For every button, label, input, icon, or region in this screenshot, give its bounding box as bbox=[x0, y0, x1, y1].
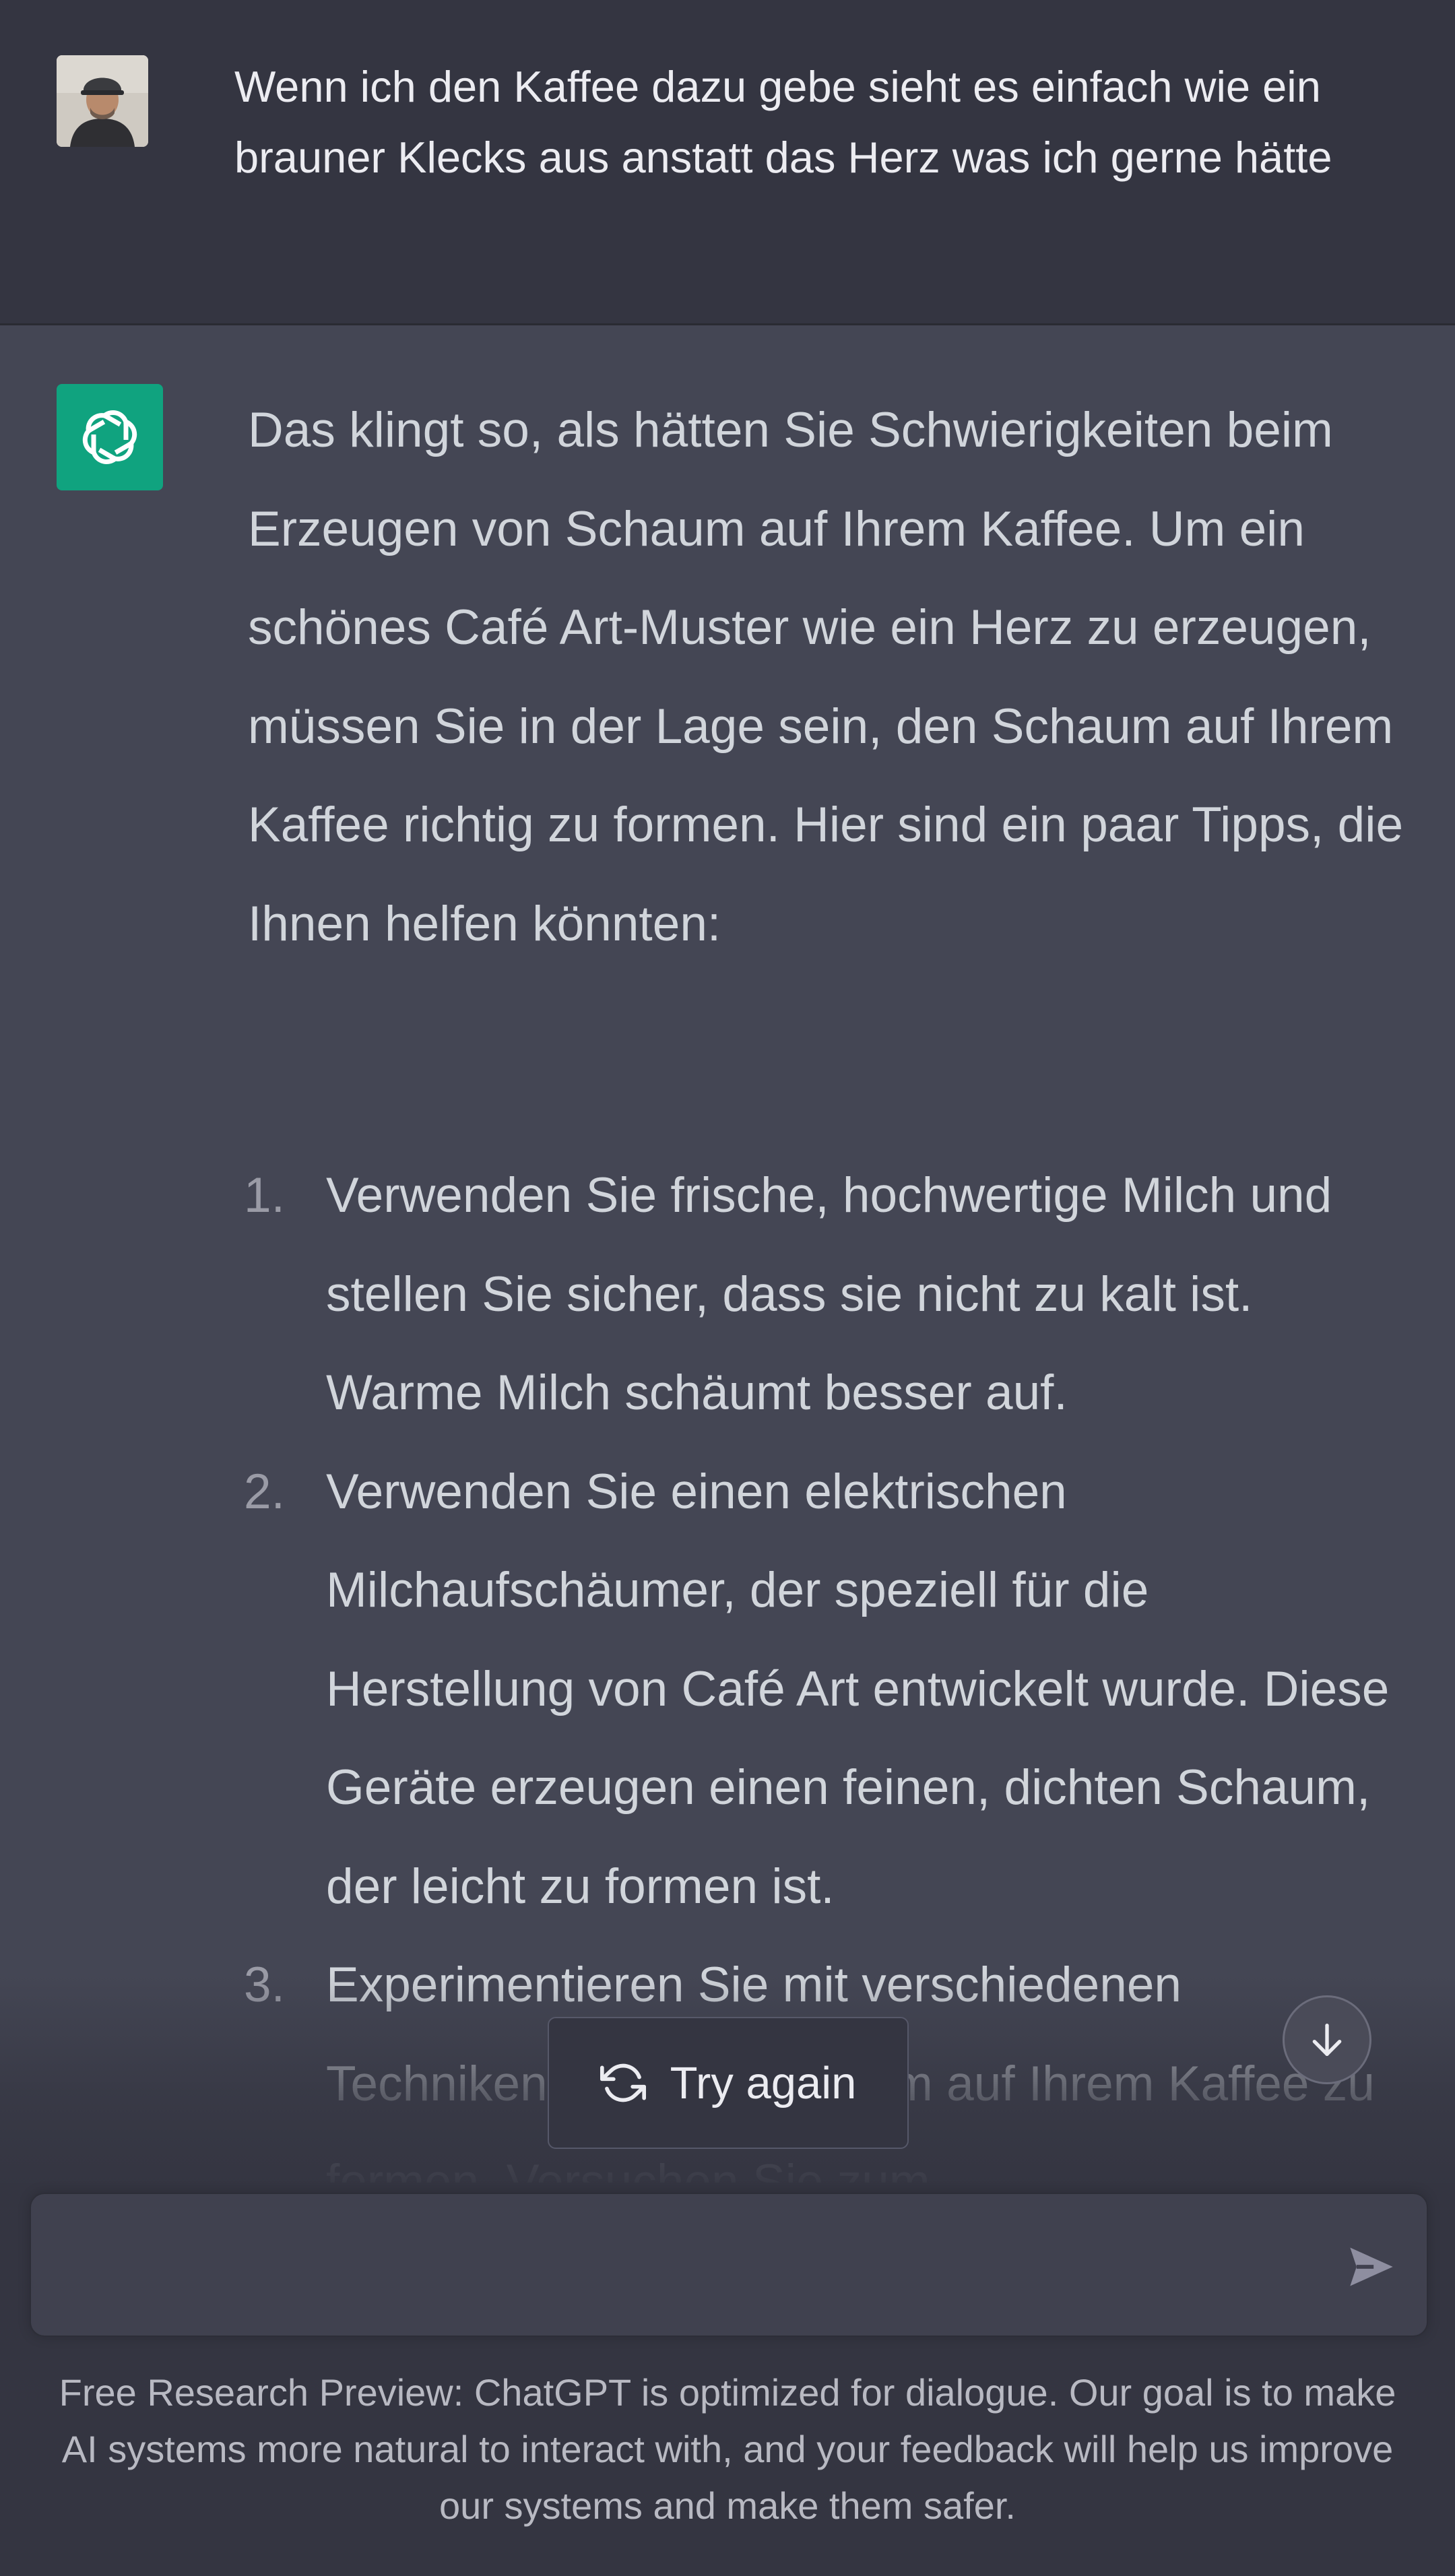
list-item: 2. Verwenden Sie einen elektrischen Milc… bbox=[244, 1443, 1406, 1937]
message-input[interactable] bbox=[58, 2221, 1327, 2311]
list-item-number: 3. bbox=[244, 1958, 285, 2012]
footer-disclaimer: Free Research Preview: ChatGPT is optimi… bbox=[59, 2371, 1396, 2527]
assistant-message: Das klingt so, als hätten Sie Schwierigk… bbox=[244, 381, 1406, 2210]
message-input-box bbox=[30, 2193, 1428, 2337]
arrow-down-icon bbox=[1312, 2024, 1342, 2056]
list-item-text: Verwenden Sie frische, hochwertige Milch… bbox=[326, 1168, 1332, 1420]
list-item-number: 2. bbox=[244, 1464, 285, 1519]
user-message-text: Wenn ich den Kaffee dazu gebe sieht es e… bbox=[234, 62, 1332, 182]
refresh-icon bbox=[600, 2063, 646, 2102]
user-avatar bbox=[57, 55, 148, 147]
send-icon bbox=[1350, 2247, 1393, 2286]
list-item: 1. Verwenden Sie frische, hochwertige Mi… bbox=[244, 1147, 1406, 1443]
send-button[interactable] bbox=[1343, 2239, 1400, 2295]
scroll-down-button[interactable] bbox=[1283, 1995, 1371, 2084]
user-message: Wenn ich den Kaffee dazu gebe sieht es e… bbox=[0, 0, 1455, 325]
assistant-avatar bbox=[57, 384, 163, 490]
list-item-number: 1. bbox=[244, 1168, 285, 1223]
try-again-button[interactable]: Try again bbox=[548, 2017, 909, 2149]
user-avatar-photo bbox=[57, 55, 148, 147]
list-item-text: Verwenden Sie einen elektrischen Milchau… bbox=[326, 1464, 1390, 1914]
assistant-intro-text: Das klingt so, als hätten Sie Schwierigk… bbox=[248, 403, 1404, 951]
try-again-label: Try again bbox=[670, 2057, 857, 2108]
openai-logo-icon bbox=[82, 410, 137, 464]
